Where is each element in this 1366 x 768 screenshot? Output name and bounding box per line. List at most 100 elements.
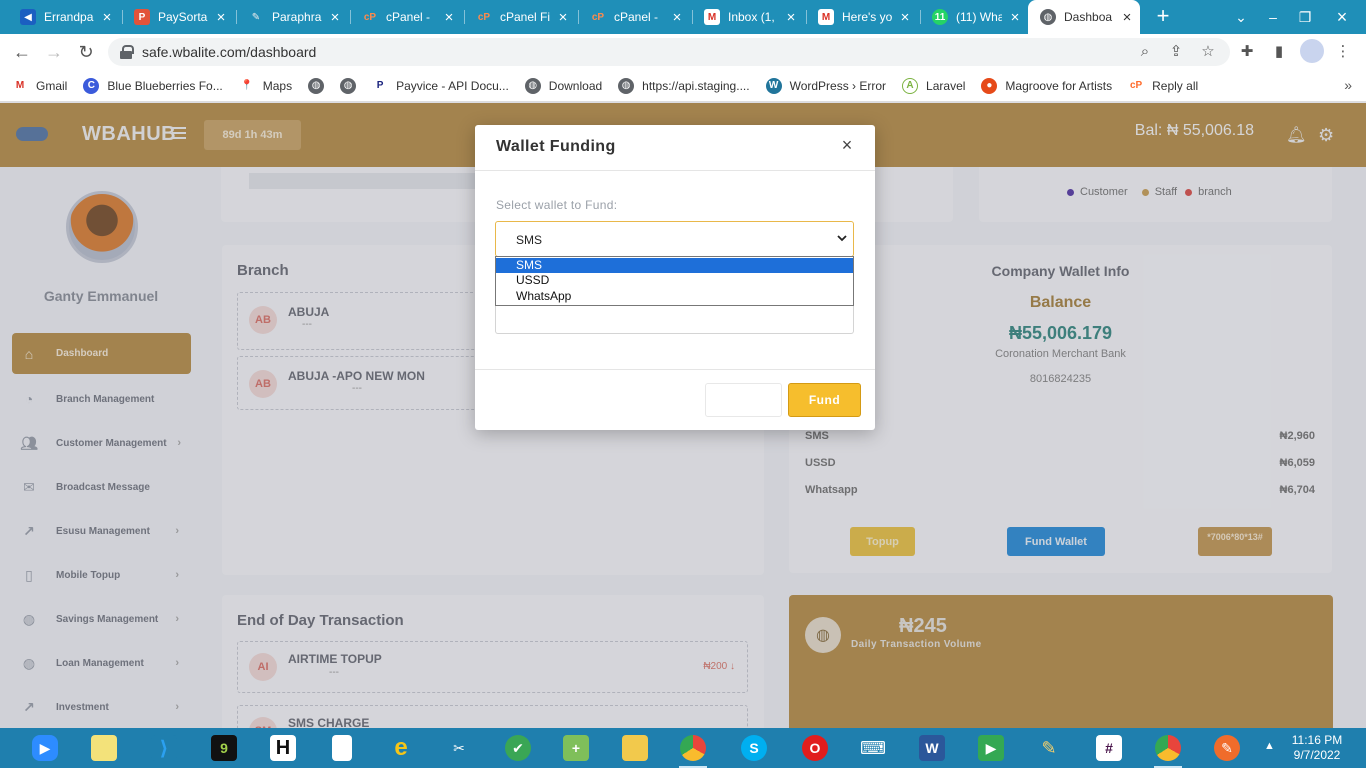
slack-icon[interactable]: # — [1091, 732, 1127, 764]
tab-paraphrase[interactable]: ✎ Paraphra × — [236, 5, 348, 29]
forward-arrow-icon[interactable]: → — [42, 40, 66, 64]
snipping-icon[interactable]: ✂ — [441, 732, 477, 764]
restore-icon[interactable]: ❐ — [1290, 0, 1320, 34]
tab-whatsapp[interactable]: 11 (11) Wha × — [920, 5, 1028, 29]
bookmark-label: Laravel — [926, 78, 966, 93]
skype-icon[interactable]: S — [736, 732, 772, 764]
tab-errandpay[interactable]: ◀ Errandpa × — [8, 5, 120, 29]
bookmark-label: Gmail — [36, 78, 68, 93]
cpanel-icon: cP — [477, 11, 491, 23]
close-icon[interactable]: × — [784, 9, 798, 26]
pen-app-icon[interactable]: ✎ — [1209, 732, 1245, 764]
tab-dashboard[interactable]: ◍ Dashboa × — [1028, 0, 1140, 34]
new-tab-button[interactable]: + — [1152, 5, 1174, 27]
bookmark-star-icon[interactable]: ☆ — [1197, 40, 1219, 62]
modal-divider — [475, 369, 875, 370]
sticky-notes-icon[interactable] — [86, 732, 122, 764]
cpanel-icon: cP — [363, 11, 377, 23]
file-icon[interactable] — [324, 732, 360, 764]
bookmark-maps[interactable]: 📍 Maps — [238, 77, 292, 94]
dropdown-option-whatsapp[interactable]: WhatsApp — [496, 289, 853, 304]
taskbar-clock[interactable]: 11:16 PM 9/7/2022 — [1282, 733, 1352, 763]
bookmark-payvice[interactable]: P Payvice - API Docu... — [372, 77, 509, 94]
tab-cpanel-2[interactable]: cP cPanel - × — [578, 5, 690, 29]
close-icon[interactable]: × — [670, 9, 684, 26]
bookmark-wordpress[interactable]: W WordPress › Error — [765, 77, 887, 94]
close-icon[interactable]: × — [442, 9, 456, 26]
share-icon[interactable]: ⇪ — [1165, 40, 1187, 62]
bookmark-label: https://api.staging.... — [642, 78, 750, 93]
close-icon[interactable]: × — [839, 135, 855, 155]
bookmark-globe-2[interactable]: ◍ — [340, 77, 357, 94]
vscode-icon[interactable]: ⟩ — [146, 732, 182, 764]
nine-mobile-icon[interactable]: 9 — [206, 732, 242, 764]
back-arrow-icon[interactable]: ← — [10, 40, 34, 64]
tab-cpanel-files[interactable]: cP cPanel Fil × — [464, 5, 576, 29]
h-app-icon[interactable]: H — [265, 732, 301, 764]
file-explorer-icon[interactable] — [617, 732, 653, 764]
keyboard-icon[interactable]: ⌨ — [855, 732, 891, 764]
bookmark-download[interactable]: ◍ Download — [524, 77, 603, 94]
chrome-icon[interactable] — [675, 732, 711, 768]
tab-paysorta[interactable]: P PaySorta × — [122, 5, 234, 29]
cpanel-icon: cP — [591, 11, 605, 23]
wallet-dropdown-list: SMS USSD WhatsApp — [495, 256, 854, 306]
word-icon[interactable]: W — [914, 732, 950, 764]
chrome-profile-icon[interactable] — [1150, 732, 1186, 768]
bookmark-gmail[interactable]: M Gmail — [12, 77, 68, 94]
wallet-select[interactable]: SMS — [495, 221, 854, 257]
bookmark-globe-1[interactable]: ◍ — [308, 77, 325, 94]
modal-title: Wallet Funding — [496, 138, 616, 155]
gmail-icon: M — [12, 77, 28, 94]
green-app-icon[interactable]: ✔ — [500, 732, 536, 764]
whatsapp-icon: 11 — [932, 9, 948, 25]
close-icon[interactable]: × — [1120, 9, 1134, 26]
tab-cpanel-1[interactable]: cP cPanel - × — [350, 5, 462, 29]
zoom-icon[interactable]: ⌕ — [1134, 40, 1156, 62]
close-icon[interactable]: × — [1008, 9, 1022, 26]
bookmark-label: Download — [548, 78, 603, 93]
close-icon[interactable]: × — [214, 9, 228, 26]
bookmark-label: Blue Blueberries Fo... — [107, 78, 223, 93]
opera-icon[interactable]: O — [797, 732, 833, 764]
fund-button[interactable]: Fund — [788, 383, 861, 417]
close-icon[interactable]: × — [328, 9, 342, 26]
paint-icon[interactable]: ✎ — [1031, 732, 1067, 764]
bookmark-magroove[interactable]: ● Magroove for Artists — [981, 77, 1112, 94]
tab-gmail-inbox[interactable]: M Inbox (1, × — [692, 5, 804, 29]
ie-icon[interactable]: e — [383, 732, 419, 764]
amount-input[interactable] — [495, 306, 854, 334]
close-icon[interactable]: × — [898, 9, 912, 26]
url-input[interactable]: safe.wbalite.com/dashboard — [108, 38, 1230, 66]
tab-gmail-message[interactable]: M Here's yo × — [806, 5, 918, 29]
extensions-icon[interactable]: ✚ — [1236, 40, 1258, 62]
window-close-icon[interactable]: × — [1322, 0, 1362, 34]
blueberries-icon: C — [83, 77, 100, 94]
bookmarks-more-button[interactable]: » — [1344, 77, 1352, 93]
wallet-funding-modal: Wallet Funding × Select wallet to Fund: … — [475, 125, 875, 430]
dropdown-option-ussd[interactable]: USSD — [496, 273, 853, 288]
tray-chevron-icon[interactable]: ▲ — [1264, 740, 1275, 752]
bookmark-reply-all[interactable]: cP Reply all — [1128, 78, 1198, 94]
menu-dots-icon[interactable]: ⋮ — [1332, 40, 1354, 62]
minimize-icon[interactable]: – — [1258, 0, 1288, 34]
bookmark-label: Payvice - API Docu... — [396, 78, 509, 93]
profile-avatar[interactable] — [1300, 39, 1324, 63]
notepad-plus-icon[interactable]: + — [558, 732, 594, 764]
bookmark-label: WordPress › Error — [789, 78, 887, 93]
side-panel-icon[interactable]: ▮ — [1268, 40, 1290, 62]
dropdown-option-sms[interactable]: SMS — [496, 258, 853, 273]
meet-icon[interactable]: ▶ — [973, 732, 1009, 764]
modal-close-button[interactable] — [705, 383, 782, 417]
cpanel-icon: cP — [1130, 80, 1143, 91]
reload-icon[interactable]: ↻ — [74, 40, 98, 64]
bookmark-laravel[interactable]: A Laravel — [902, 77, 966, 94]
tab-title: cPanel Fil — [500, 10, 550, 24]
close-icon[interactable]: × — [556, 9, 570, 26]
tab-search-chevron-icon[interactable]: ⌄ — [1228, 0, 1254, 34]
zoom-icon[interactable]: ▶ — [27, 732, 63, 764]
close-icon[interactable]: × — [100, 9, 114, 26]
bookmark-blueberries[interactable]: C Blue Blueberries Fo... — [83, 77, 223, 94]
tab-title: Dashboa — [1064, 10, 1113, 24]
bookmark-api-staging[interactable]: ◍ https://api.staging.... — [618, 77, 750, 94]
